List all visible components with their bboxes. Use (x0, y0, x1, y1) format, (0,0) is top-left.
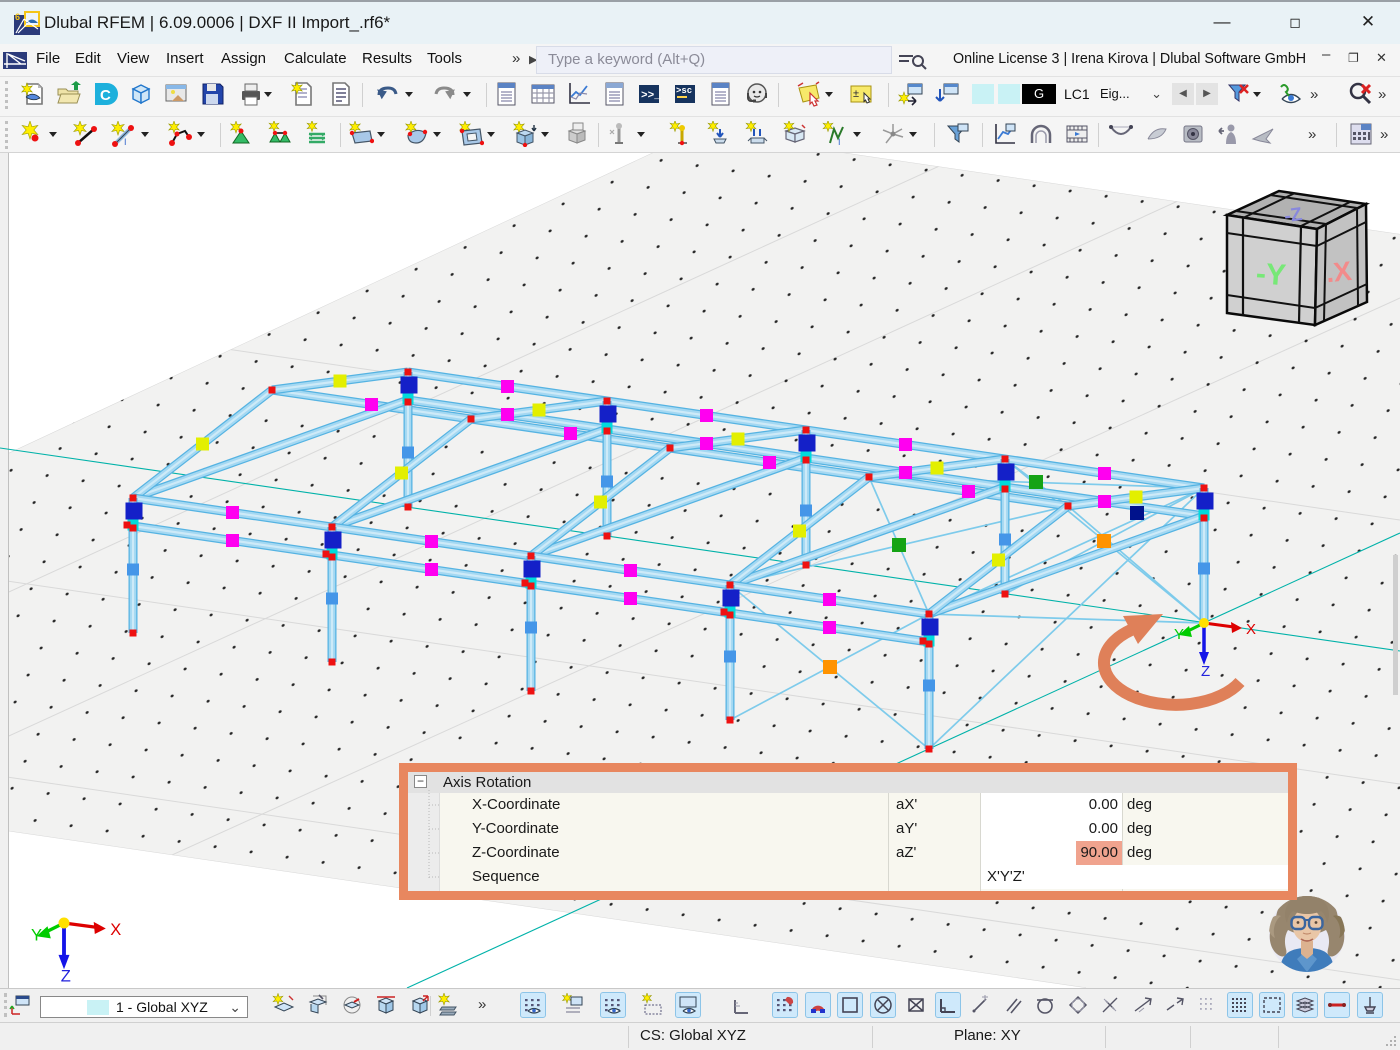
svg-text:-Y: -Y (1255, 257, 1287, 292)
svg-text:-Z: -Z (1283, 204, 1304, 227)
svg-text:±: ± (853, 88, 859, 100)
svg-text:>sc: >sc (676, 86, 692, 96)
svg-text:X: X (110, 921, 121, 939)
svg-text:C: C (100, 87, 111, 104)
svg-text:Z: Z (1201, 663, 1210, 680)
svg-text:X: X (1246, 621, 1256, 638)
svg-text:Y: Y (1174, 626, 1184, 643)
svg-text:I: I (838, 137, 841, 147)
svg-text:Z: Z (61, 967, 71, 985)
svg-text:6: 6 (15, 12, 20, 22)
svg-text:.X: .X (1325, 256, 1354, 289)
svg-text:Y: Y (31, 927, 42, 945)
svg-text:I: I (124, 137, 127, 147)
svg-text:>>_: >>_ (641, 90, 661, 102)
